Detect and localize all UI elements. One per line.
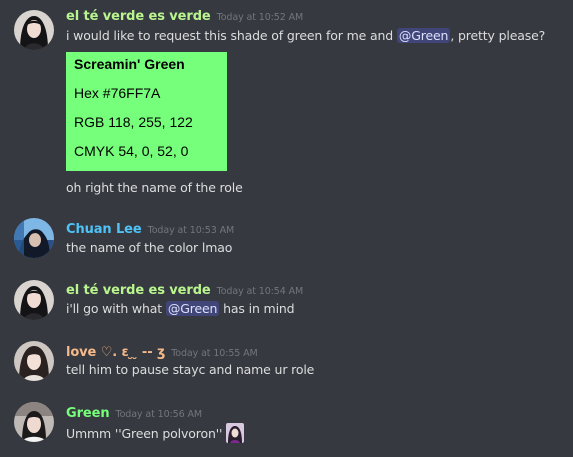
message-text: the name of the color lmao xyxy=(66,240,233,255)
color-swatch-image[interactable]: Screamin' Green Hex #76FF7A RGB 118, 255… xyxy=(66,52,227,171)
color-cmyk: CMYK 54, 0, 52, 0 xyxy=(74,143,189,159)
mention-green[interactable]: @Green xyxy=(396,28,451,43)
timestamp: Today at 10:53 AM xyxy=(147,225,235,236)
username[interactable]: el té verde es verde xyxy=(66,283,211,298)
username[interactable]: Chuan Lee xyxy=(66,222,142,237)
timestamp: Today at 10:56 AM xyxy=(115,409,202,420)
color-name: Screamin' Green xyxy=(74,56,185,72)
color-hex: Hex #76FF7A xyxy=(74,85,161,101)
timestamp: Today at 10:54 AM xyxy=(216,286,304,297)
avatar[interactable] xyxy=(14,218,54,258)
mention-green[interactable]: @Green xyxy=(165,301,220,316)
message-text: i would like to request this shade of gr… xyxy=(66,28,546,43)
avatar[interactable] xyxy=(14,402,54,442)
message-text: oh right the name of the role xyxy=(66,180,243,195)
color-rgb: RGB 118, 255, 122 xyxy=(74,114,193,130)
message-text: i'll go with what @Green has in mind xyxy=(66,301,295,316)
timestamp: Today at 10:55 AM xyxy=(171,348,258,359)
avatar[interactable] xyxy=(14,10,54,50)
username[interactable]: el té verde es verde xyxy=(66,9,211,24)
username[interactable]: Green xyxy=(66,406,110,421)
message-text: Ummm ''Green polvoron'' xyxy=(66,423,245,443)
username[interactable]: love ♡. ɛ ̮ ̮ -- ʒ xyxy=(66,345,165,360)
timestamp: Today at 10:52 AM xyxy=(216,12,304,23)
avatar[interactable] xyxy=(14,280,54,320)
avatar[interactable] xyxy=(14,341,54,381)
message-text: tell him to pause stayc and name ur role xyxy=(66,362,315,377)
custom-emoji-icon[interactable] xyxy=(226,423,245,443)
